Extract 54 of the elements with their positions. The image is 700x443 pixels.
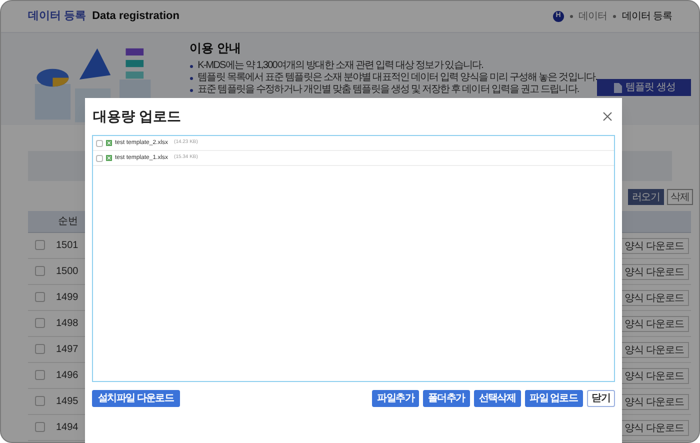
form-download-button[interactable]: 양식 다운로드 [620, 290, 689, 306]
checkbox[interactable] [35, 396, 45, 406]
page-title: Data registration [92, 9, 180, 24]
table-cell-text: 1497 [56, 343, 78, 357]
checkbox[interactable] [35, 240, 45, 250]
table-cell-text: 1501 [56, 239, 78, 253]
form-download-button[interactable]: 양식 다운로드 [620, 238, 689, 254]
checkbox[interactable] [35, 422, 45, 432]
table-cell-text: 1498 [56, 317, 78, 331]
table-cell-text: 1500 [56, 265, 78, 279]
bullet-icon [190, 88, 193, 92]
dialog-button[interactable]: 파일추가 [372, 390, 419, 407]
table-cell-text: 1494 [56, 421, 78, 435]
breadcrumb-item[interactable]: 데이터 [578, 9, 608, 24]
toolbar-button[interactable]: 삭제 [666, 189, 693, 205]
dialog-button[interactable]: 폴더추가 [422, 390, 470, 407]
dialog-title: 대용량 업로드 [93, 107, 181, 126]
form-download-button[interactable]: 양식 다운로드 [620, 342, 689, 358]
checkbox[interactable] [96, 154, 103, 162]
dialog-button[interactable]: 닫기 [586, 390, 615, 407]
page-title-korean: 데이터 등록 [28, 9, 86, 24]
form-download-button[interactable]: 양식 다운로드 [620, 316, 689, 332]
checkbox[interactable] [35, 292, 45, 302]
info-text: 템플릿 목록에서 표준 템플릿은 소재 분야별 대표적인 데이터 입력 양식을 미리 구성해 놓은 것입니다. [198, 72, 597, 84]
checkbox[interactable] [35, 370, 45, 380]
toolbar-button[interactable]: 러오기 [628, 189, 664, 205]
form-download-button[interactable]: 양식 다운로드 [620, 368, 689, 384]
dialog-button[interactable]: 선택삭제 [474, 390, 521, 407]
checkbox[interactable] [35, 266, 45, 276]
close-icon[interactable] [603, 112, 612, 121]
table-cell-text: 1499 [56, 291, 78, 305]
form-download-button[interactable]: 양식 다운로드 [620, 420, 689, 436]
bullet-icon [190, 64, 193, 68]
breadcrumb-separator-icon [613, 15, 616, 18]
spreadsheet-icon [106, 140, 112, 146]
info-title: 이용 안내 [190, 40, 242, 57]
create-template-button[interactable]: 템플릿 생성 [597, 79, 691, 96]
info-text: K-MDS에는 약 1,300여개의 방대한 소재 관련 입력 대상 정보가 있습니다. [198, 60, 484, 72]
document-icon [612, 82, 622, 92]
installer-download-button[interactable]: 설치파일 다운로드 [92, 390, 180, 407]
checkbox[interactable] [35, 318, 45, 328]
dialog-button[interactable]: 파일 업로드 [524, 390, 583, 407]
checkbox[interactable] [35, 344, 45, 354]
checkbox[interactable] [96, 140, 103, 146]
spreadsheet-icon [106, 155, 112, 161]
column-header: 순번 [58, 215, 78, 229]
form-download-button[interactable]: 양식 다운로드 [620, 264, 689, 280]
table-cell-text: 1496 [56, 369, 78, 383]
info-text: 표준 템플릿을 수정하거나 개인별 맞춤 템플릿을 생성 및 저장한 후 데이터 입력을 권고 드립니다. [198, 84, 579, 96]
table-cell-text: 1495 [56, 395, 78, 409]
form-download-button[interactable]: 양식 다운로드 [620, 394, 689, 410]
breadcrumb-separator-icon [570, 15, 573, 18]
bullet-icon [190, 76, 193, 80]
breadcrumb-item[interactable]: 데이터 등록 [622, 9, 672, 24]
